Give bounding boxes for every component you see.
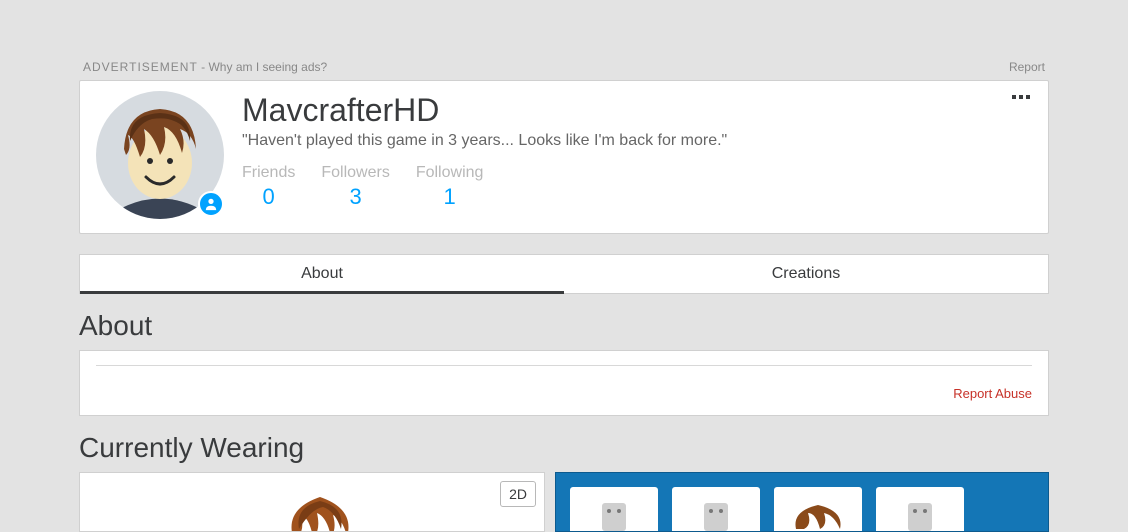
divider (96, 365, 1032, 366)
currently-wearing-row: 2D (79, 472, 1049, 532)
user-icon (204, 197, 218, 211)
why-ads-link[interactable]: Why am I seeing ads? (208, 60, 327, 74)
friends-stat[interactable]: Friends 0 (242, 164, 295, 210)
wearing-items-card (555, 472, 1049, 532)
profile-header-card: MavcrafterHD "Haven't played this game i… (79, 80, 1049, 234)
item-slot[interactable] (876, 487, 964, 531)
ad-report-link[interactable]: Report (1009, 60, 1045, 74)
report-abuse-link[interactable]: Report Abuse (953, 386, 1032, 401)
presence-badge (198, 191, 224, 217)
about-card: Report Abuse (79, 350, 1049, 416)
item-slot[interactable] (570, 487, 658, 531)
followers-value: 3 (321, 184, 389, 210)
item-slot[interactable] (672, 487, 760, 531)
ad-label-group: ADVERTISEMENT - Why am I seeing ads? (83, 60, 327, 74)
hair-preview (275, 489, 365, 532)
friends-label: Friends (242, 164, 295, 182)
avatar-viewer-card: 2D (79, 472, 545, 532)
friends-value: 0 (242, 184, 295, 210)
tab-creations[interactable]: Creations (564, 255, 1048, 293)
followers-stat[interactable]: Followers 3 (321, 164, 389, 210)
avatar-container (96, 91, 224, 219)
ad-banner-row: ADVERTISEMENT - Why am I seeing ads? Rep… (79, 60, 1049, 80)
item-slot[interactable] (774, 487, 862, 531)
ad-label: ADVERTISEMENT (83, 60, 198, 74)
following-stat[interactable]: Following 1 (416, 164, 484, 210)
following-label: Following (416, 164, 484, 182)
report-abuse-row: Report Abuse (96, 386, 1032, 401)
followers-label: Followers (321, 164, 389, 182)
dots-icon (1012, 95, 1016, 99)
more-options-button[interactable] (1008, 91, 1034, 103)
profile-tabs: About Creations (79, 254, 1049, 294)
about-heading: About (79, 310, 1049, 342)
stats-row: Friends 0 Followers 3 Following 1 (242, 164, 1032, 210)
view-toggle-button[interactable]: 2D (500, 481, 536, 507)
following-value: 1 (416, 184, 484, 210)
username: MavcrafterHD (242, 93, 1032, 128)
profile-info: MavcrafterHD "Haven't played this game i… (242, 91, 1032, 219)
tab-about[interactable]: About (80, 255, 564, 293)
status-quote: "Haven't played this game in 3 years... … (242, 132, 1032, 150)
currently-wearing-heading: Currently Wearing (79, 432, 1049, 464)
